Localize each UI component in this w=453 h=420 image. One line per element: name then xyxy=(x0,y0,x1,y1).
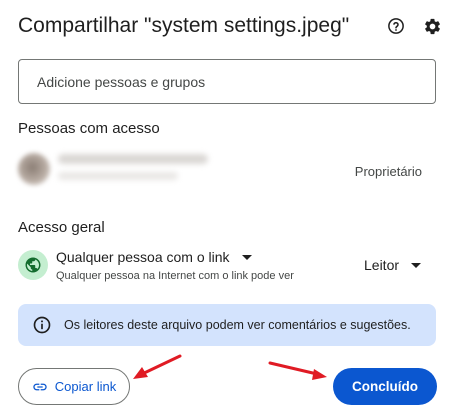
done-button[interactable]: Concluído xyxy=(333,368,437,405)
general-access-title: Acesso geral xyxy=(18,219,105,236)
people-with-access-title: Pessoas com acesso xyxy=(18,120,160,137)
add-people-input[interactable]: Adicione pessoas e grupos xyxy=(18,59,436,104)
chevron-down-icon xyxy=(241,254,252,260)
done-label: Concluído xyxy=(352,379,418,394)
chevron-down-icon xyxy=(411,262,422,268)
dialog-title: Compartilhar "system settings.jpeg" xyxy=(18,14,350,37)
general-access-level: Qualquer pessoa com o link xyxy=(56,249,230,265)
role-label: Leitor xyxy=(364,257,400,273)
info-banner-text: Os leitores deste arquivo podem ver come… xyxy=(64,318,411,332)
person-name-redacted xyxy=(58,154,208,164)
copy-link-label: Copiar link xyxy=(54,379,117,394)
globe-icon xyxy=(18,250,48,280)
arrow-to-done xyxy=(268,361,327,380)
info-icon xyxy=(32,315,52,335)
gear-icon[interactable] xyxy=(421,15,443,37)
info-banner: Os leitores deste arquivo podem ver come… xyxy=(18,304,436,346)
general-access-description: Qualquer pessoa na Internet com o link p… xyxy=(56,270,294,282)
arrow-to-copy-link xyxy=(133,354,182,379)
person-email-redacted xyxy=(58,172,178,180)
add-people-placeholder: Adicione pessoas e grupos xyxy=(37,73,206,90)
owner-role-label: Proprietário xyxy=(354,164,422,179)
general-access-dropdown[interactable]: Qualquer pessoa com o link xyxy=(56,249,252,265)
help-icon[interactable] xyxy=(385,15,407,37)
share-dialog: Compartilhar "system settings.jpeg" Adic… xyxy=(0,0,453,420)
role-dropdown[interactable]: Leitor xyxy=(364,257,422,273)
copy-link-button[interactable]: Copiar link xyxy=(18,368,130,405)
link-icon xyxy=(32,379,48,395)
avatar xyxy=(18,153,50,185)
